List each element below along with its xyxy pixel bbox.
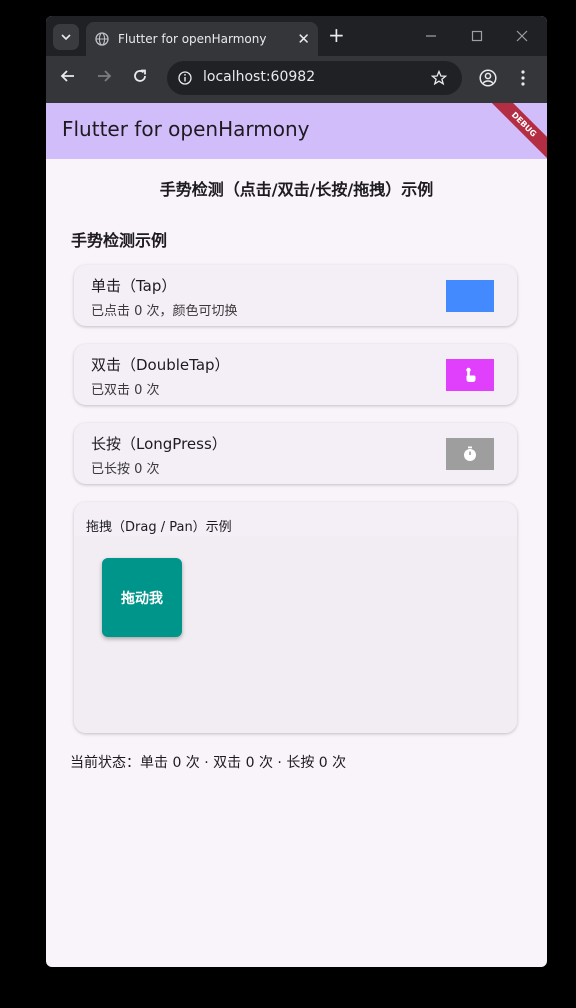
url-text: localhost:60982 <box>203 69 316 85</box>
timer-icon <box>464 446 476 461</box>
tab-search-button[interactable] <box>53 24 79 50</box>
tab-strip: Flutter for openHarmony ✕ + <box>46 16 547 56</box>
double-tap-card-title: 双击（DoubleTap） <box>91 356 230 374</box>
profile-icon[interactable] <box>479 69 497 87</box>
app-bar: Flutter for openHarmony DEBUG <box>46 103 547 159</box>
tab-title: Flutter for openHarmony <box>118 32 267 46</box>
section-title: 手势检测示例 <box>71 231 168 250</box>
long-press-card-title: 长按（LongPress） <box>91 435 227 453</box>
page-title: 手势检测（点击/双击/长按/拖拽）示例 <box>159 180 434 199</box>
tap-card[interactable]: 单击（Tap） 已点击 0 次，颜色可切换 <box>74 265 517 326</box>
long-press-box[interactable] <box>446 438 494 470</box>
site-info-icon[interactable] <box>178 71 192 85</box>
chevron-down-icon <box>61 34 71 41</box>
bookmark-star-icon[interactable] <box>431 70 447 86</box>
maximize-icon[interactable] <box>471 30 483 42</box>
address-bar[interactable]: localhost:60982 <box>167 61 462 95</box>
window-close-icon[interactable] <box>516 30 528 42</box>
close-tab-icon[interactable]: ✕ <box>297 31 310 47</box>
new-tab-button[interactable]: + <box>328 24 345 46</box>
status-text: 当前状态：单击 0 次 · 双击 0 次 · 长按 0 次 <box>70 755 347 771</box>
browser-tab[interactable]: Flutter for openHarmony ✕ <box>86 22 318 56</box>
debug-banner: DEBUG <box>486 103 547 159</box>
long-press-card[interactable]: 长按（LongPress） 已长按 0 次 <box>74 423 517 484</box>
drag-card: 拖拽（Drag / Pan）示例 拖动我 <box>74 502 517 733</box>
reload-icon[interactable] <box>132 68 148 84</box>
double-tap-box[interactable] <box>446 359 494 391</box>
double-tap-card-count: 已双击 0 次 <box>91 383 160 398</box>
minimize-icon[interactable] <box>425 30 437 42</box>
touch-icon <box>466 367 476 382</box>
browser-window: Flutter for openHarmony ✕ + localhost:60… <box>46 16 547 967</box>
browser-toolbar: localhost:60982 <box>46 56 547 103</box>
drag-card-title: 拖拽（Drag / Pan）示例 <box>86 520 232 535</box>
tap-card-title: 单击（Tap） <box>91 277 177 295</box>
back-arrow-icon[interactable] <box>60 68 76 84</box>
globe-icon <box>95 32 109 46</box>
tap-color-box[interactable] <box>446 280 494 312</box>
app-bar-title: Flutter for openHarmony <box>62 117 310 141</box>
long-press-card-count: 已长按 0 次 <box>91 462 160 477</box>
tap-card-count: 已点击 0 次，颜色可切换 <box>91 304 238 319</box>
draggable-box[interactable]: 拖动我 <box>102 558 182 637</box>
more-menu-icon[interactable] <box>520 69 526 87</box>
forward-arrow-icon[interactable] <box>96 68 112 84</box>
double-tap-card[interactable]: 双击（DoubleTap） 已双击 0 次 <box>74 344 517 405</box>
